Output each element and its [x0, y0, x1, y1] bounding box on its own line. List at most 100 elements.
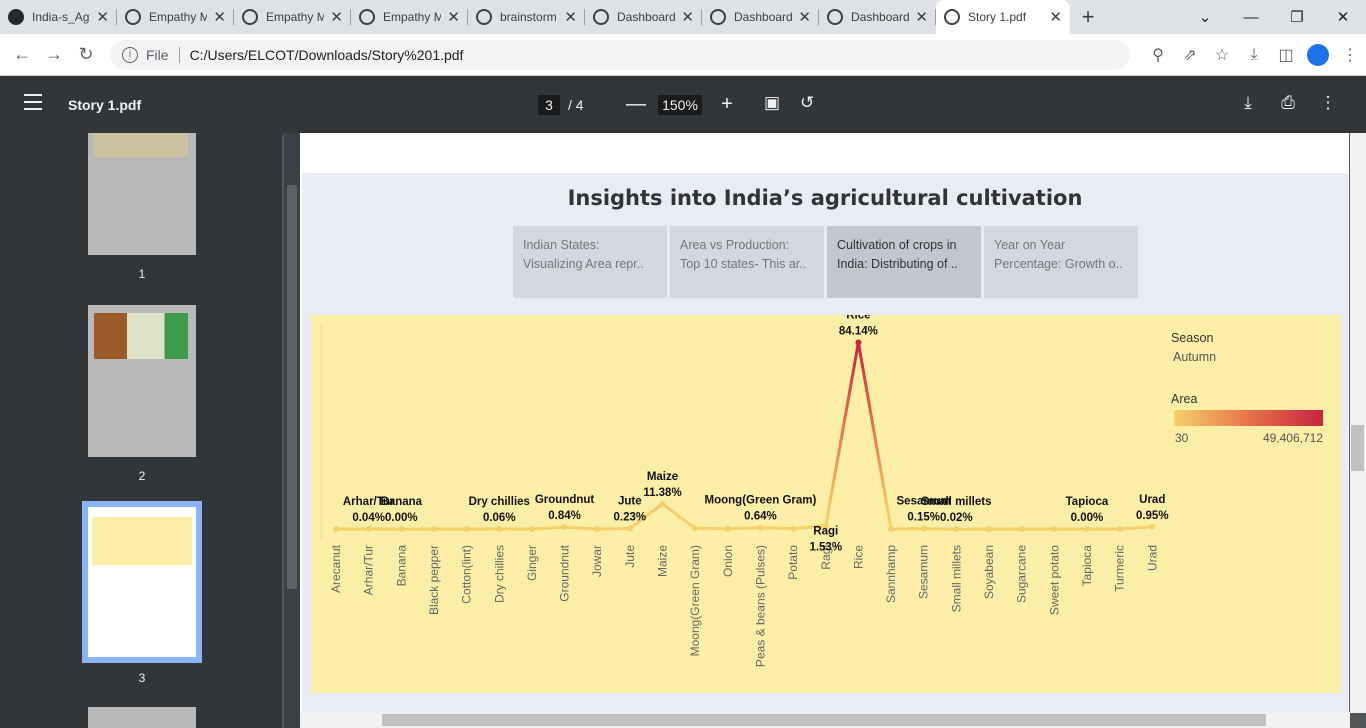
zoom-in-button[interactable]: + [720, 93, 734, 116]
address-bar-row: ← → ↻ i File C:/Users/ELCOT/Downloads/St… [0, 34, 1366, 76]
story-point-tab[interactable]: Year on Year Percentage: Growth o.. [984, 226, 1138, 298]
x-tick-label: Turmeric [1113, 545, 1127, 592]
github-icon [8, 9, 24, 25]
back-button[interactable]: ← [6, 44, 38, 65]
pdf-download-icon[interactable]: ⤓ [1228, 93, 1268, 113]
story-point-tab[interactable]: Indian States: Visualizing Area repr.. [513, 226, 667, 298]
thumbnail-page-2[interactable]: 2 [88, 305, 196, 483]
data-label: 0.64% [744, 511, 777, 523]
data-label: Dry chillies [469, 496, 530, 508]
info-icon[interactable]: i [122, 46, 138, 63]
story-point-tab[interactable]: Cultivation of crops in India: Distributi… [827, 226, 981, 298]
document-vertical-scrollbar[interactable] [1350, 133, 1366, 713]
x-tick-label: Potato [786, 545, 800, 580]
x-tick-label: Small millets [949, 545, 963, 612]
side-panel-icon[interactable]: ◫ [1270, 45, 1302, 65]
dashboard-title: Insights into India’s agricultural culti… [567, 186, 1083, 210]
share-icon[interactable]: ⇗ [1174, 45, 1206, 65]
tab-title: Dashboard [734, 10, 793, 24]
tab-title: Empathy M [149, 10, 208, 24]
tab-close-icon[interactable]: ✕ [213, 8, 226, 26]
data-point [561, 524, 568, 531]
story-point-label: Area vs Production: [680, 238, 790, 252]
data-point [430, 526, 437, 532]
data-point [888, 525, 895, 532]
new-tab-button[interactable]: + [1070, 4, 1106, 30]
x-tick-label: Urad [1145, 545, 1159, 571]
page-number-input[interactable]: 3 [538, 95, 560, 115]
pdf-more-icon[interactable]: ⋮ [1308, 93, 1348, 113]
data-label: 0.04% [352, 512, 385, 524]
reload-button[interactable]: ↻ [70, 44, 102, 65]
data-point [398, 526, 405, 532]
hamburger-menu-icon[interactable] [24, 94, 42, 115]
data-point [496, 525, 503, 532]
tab-close-icon[interactable]: ✕ [915, 8, 928, 26]
thumbnail-page-3[interactable]: 3 [82, 501, 202, 685]
x-tick-label: Sweet potato [1047, 545, 1061, 615]
data-point [333, 526, 339, 532]
tab-title: Story 1.pdf [968, 10, 1027, 24]
globe-icon [242, 9, 258, 25]
zoom-level-input[interactable]: 150% [658, 94, 702, 115]
data-point [986, 526, 992, 532]
globe-icon [944, 9, 960, 25]
forward-button[interactable]: → [38, 44, 70, 65]
browser-tab[interactable]: Dashboard ✕ [819, 0, 936, 34]
page-total: / 4 [568, 97, 584, 113]
document-horizontal-scrollbar[interactable] [300, 712, 1350, 728]
browser-tab[interactable]: Empathy M ✕ [234, 0, 351, 34]
browser-tab[interactable]: India-s_Ag ✕ [0, 0, 117, 34]
data-label: Banana [381, 496, 423, 508]
x-tick-label: Groundnut [558, 544, 572, 601]
document-viewer: Insights into India’s agricultural culti… [300, 133, 1350, 713]
zoom-icon[interactable]: ⚲ [1142, 45, 1174, 65]
sidebar-scroll-thumb[interactable] [287, 185, 297, 589]
pdf-page: Insights into India’s agricultural culti… [300, 133, 1349, 713]
close-window-button[interactable]: ✕ [1320, 8, 1366, 26]
browser-tab[interactable]: Empathy M ✕ [351, 0, 468, 34]
zoom-out-button[interactable]: — [626, 93, 646, 116]
browser-tab[interactable]: Dashboard ✕ [585, 0, 702, 34]
pdf-title: Story 1.pdf [68, 97, 142, 113]
legend-area-max: 49,406,712 [1263, 431, 1323, 445]
maximize-button[interactable]: ❐ [1274, 8, 1320, 26]
tab-close-icon[interactable]: ✕ [564, 8, 577, 26]
thumbnail-page-4[interactable] [88, 707, 196, 728]
thumbnail-preview [94, 313, 188, 359]
horizontal-scroll-thumb[interactable] [382, 714, 1266, 726]
tab-close-icon[interactable]: ✕ [447, 8, 460, 26]
thumbnail-preview [92, 517, 192, 565]
download-icon[interactable]: ⤓ [1238, 46, 1270, 64]
browser-menu-icon[interactable]: ⋮ [1334, 45, 1366, 65]
data-label: Rice [846, 315, 870, 322]
tab-close-icon[interactable]: ✕ [1049, 8, 1062, 26]
tab-close-icon[interactable]: ✕ [330, 8, 343, 26]
tab-search-icon[interactable]: ⌄ [1182, 8, 1228, 26]
fit-page-icon[interactable]: ▣ [764, 93, 800, 113]
data-label: Jute [618, 495, 642, 507]
sidebar-scrollbar[interactable] [284, 133, 300, 728]
globe-icon [359, 9, 375, 25]
data-label: Small millets [921, 496, 991, 508]
thumbnail-page-1[interactable]: 1 [88, 133, 196, 281]
browser-tab[interactable]: brainstorm ✕ [468, 0, 585, 34]
browser-tab[interactable]: Dashboard ✕ [702, 0, 819, 34]
tab-close-icon[interactable]: ✕ [798, 8, 811, 26]
data-point [365, 525, 372, 532]
print-icon[interactable]: ⎙ [1268, 93, 1308, 113]
browser-tab[interactable]: Empathy M ✕ [117, 0, 234, 34]
x-tick-label: Rice [851, 545, 865, 569]
vertical-scroll-thumb[interactable] [1351, 425, 1364, 471]
browser-tab[interactable]: Story 1.pdf ✕ [936, 0, 1070, 34]
tab-close-icon[interactable]: ✕ [96, 8, 109, 26]
data-point [855, 339, 862, 346]
address-input[interactable]: i File C:/Users/ELCOT/Downloads/Story%20… [110, 39, 1130, 70]
tab-close-icon[interactable]: ✕ [681, 8, 694, 26]
rotate-icon[interactable]: ↺ [800, 93, 836, 113]
bookmark-star-icon[interactable]: ☆ [1206, 45, 1238, 65]
story-point-tab[interactable]: Area vs Production: Top 10 states- This a… [670, 226, 824, 298]
globe-icon [125, 9, 141, 25]
profile-avatar[interactable] [1307, 43, 1329, 66]
minimize-button[interactable]: — [1228, 9, 1274, 26]
